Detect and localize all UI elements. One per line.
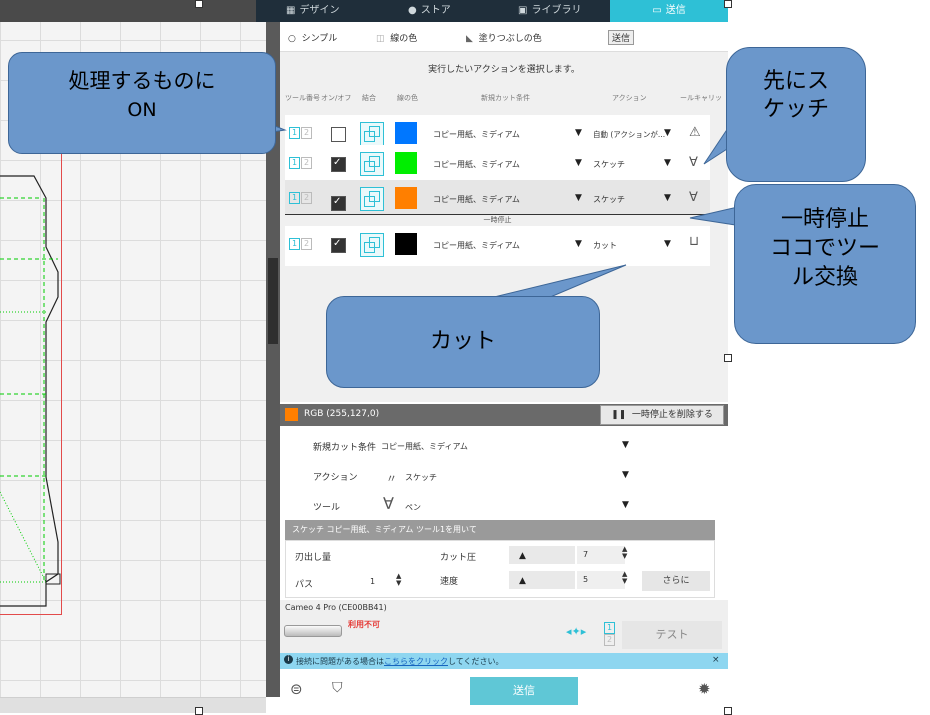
callout-sketch: 先にス ケッチ	[726, 47, 866, 182]
callout-pause: 一時停止 ココでツー ル交換	[734, 184, 916, 344]
selection-handle[interactable]	[195, 707, 203, 715]
selection-handle[interactable]	[195, 0, 203, 8]
callout-on: 処理するものに ON	[8, 52, 276, 154]
selection-handle[interactable]	[724, 707, 732, 715]
callout-cut: カット	[326, 296, 600, 388]
selection-handle[interactable]	[724, 0, 732, 8]
selection-handle[interactable]	[724, 354, 732, 362]
